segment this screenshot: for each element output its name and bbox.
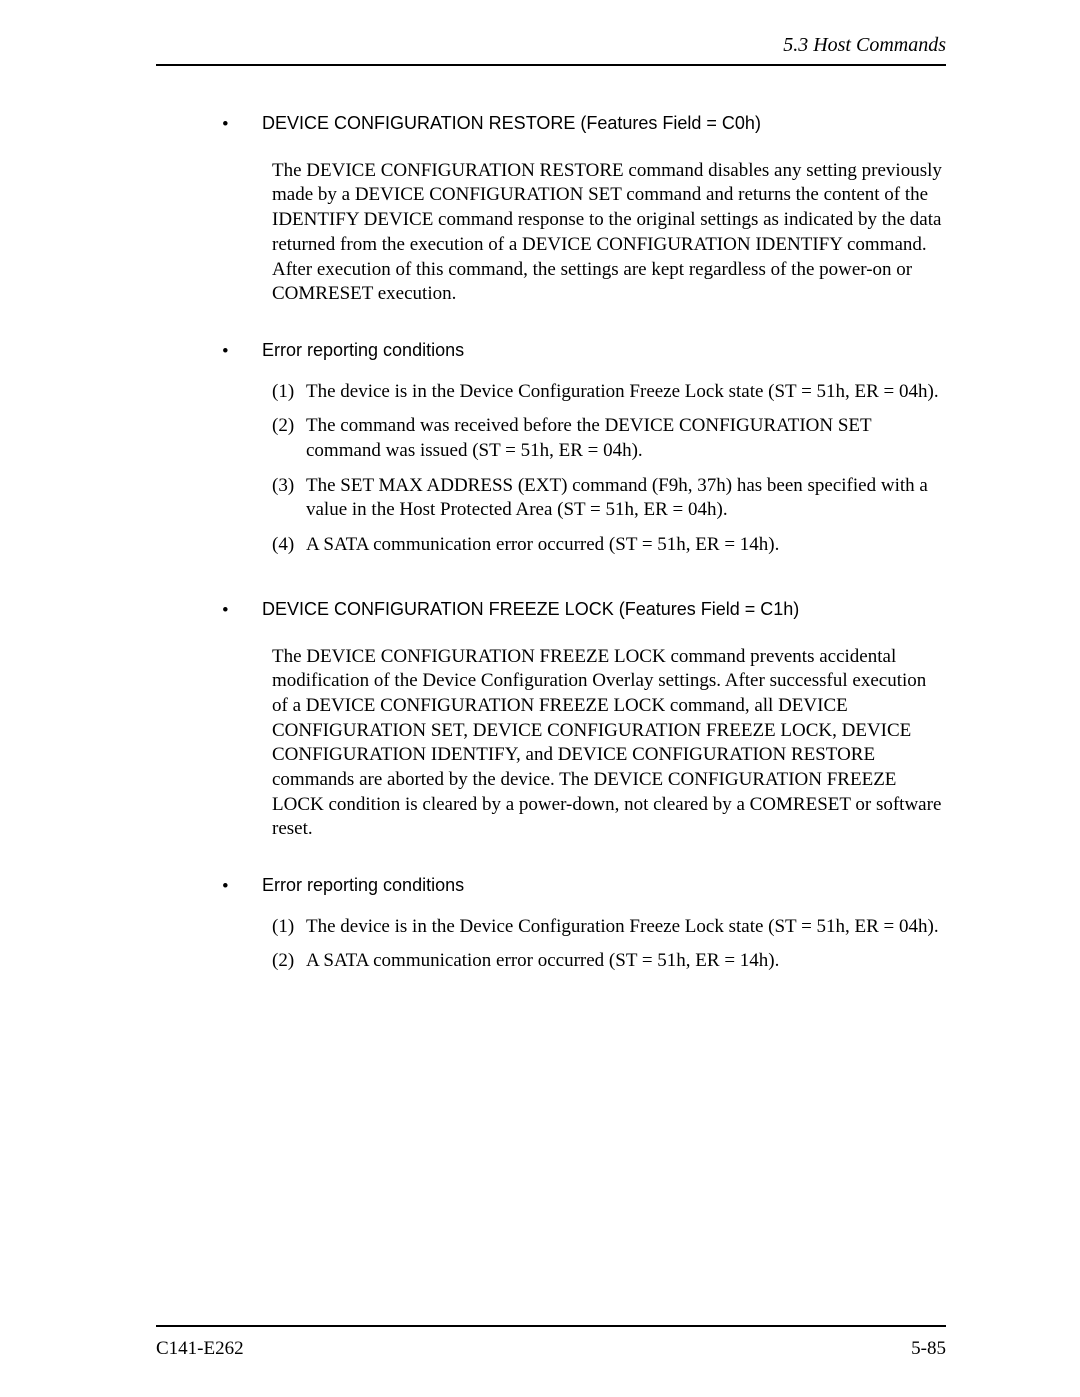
list-text: The command was received before the DEVI… — [306, 414, 946, 463]
list-item: (1) The device is in the Device Configur… — [272, 915, 946, 940]
footer-left: C141-E262 — [156, 1337, 244, 1361]
bullet-icon: • — [216, 112, 262, 137]
bullet-icon: • — [216, 874, 262, 899]
bullet-title: Error reporting conditions — [262, 339, 946, 362]
page: 5.3 Host Commands • DEVICE CONFIGURATION… — [0, 0, 1080, 1397]
bullet-icon: • — [216, 598, 262, 623]
header-rule — [156, 64, 946, 66]
bullet-title: DEVICE CONFIGURATION FREEZE LOCK (Featur… — [262, 598, 946, 621]
list-number: (2) — [272, 949, 306, 974]
bullet-item: • Error reporting conditions — [216, 874, 946, 899]
list-text: A SATA communication error occurred (ST … — [306, 949, 946, 974]
list-number: (2) — [272, 414, 306, 463]
footer-rule — [156, 1325, 946, 1327]
bullet-title: Error reporting conditions — [262, 874, 946, 897]
content-area: • DEVICE CONFIGURATION RESTORE (Features… — [156, 112, 946, 974]
ordered-list: (1) The device is in the Device Configur… — [272, 915, 946, 974]
ordered-list: (1) The device is in the Device Configur… — [272, 380, 946, 558]
bullet-item: • Error reporting conditions — [216, 339, 946, 364]
page-footer: C141-E262 5-85 — [156, 1325, 946, 1361]
paragraph: The DEVICE CONFIGURATION FREEZE LOCK com… — [272, 645, 946, 843]
list-item: (2) A SATA communication error occurred … — [272, 949, 946, 974]
list-item: (1) The device is in the Device Configur… — [272, 380, 946, 405]
list-number: (3) — [272, 474, 306, 523]
list-text: The device is in the Device Configuratio… — [306, 380, 946, 405]
paragraph: The DEVICE CONFIGURATION RESTORE command… — [272, 159, 946, 307]
bullet-item: • DEVICE CONFIGURATION FREEZE LOCK (Feat… — [216, 598, 946, 623]
bullet-title: DEVICE CONFIGURATION RESTORE (Features F… — [262, 112, 946, 135]
list-text: The SET MAX ADDRESS (EXT) command (F9h, … — [306, 474, 946, 523]
footer-right: 5-85 — [911, 1337, 946, 1361]
list-number: (4) — [272, 533, 306, 558]
list-text: The device is in the Device Configuratio… — [306, 915, 946, 940]
bullet-item: • DEVICE CONFIGURATION RESTORE (Features… — [216, 112, 946, 137]
list-number: (1) — [272, 915, 306, 940]
list-item: (3) The SET MAX ADDRESS (EXT) command (F… — [272, 474, 946, 523]
list-item: (2) The command was received before the … — [272, 414, 946, 463]
bullet-icon: • — [216, 339, 262, 364]
section-title: 5.3 Host Commands — [783, 34, 946, 56]
list-item: (4) A SATA communication error occurred … — [272, 533, 946, 558]
page-header: 5.3 Host Commands — [156, 33, 946, 64]
list-number: (1) — [272, 380, 306, 405]
list-text: A SATA communication error occurred (ST … — [306, 533, 946, 558]
